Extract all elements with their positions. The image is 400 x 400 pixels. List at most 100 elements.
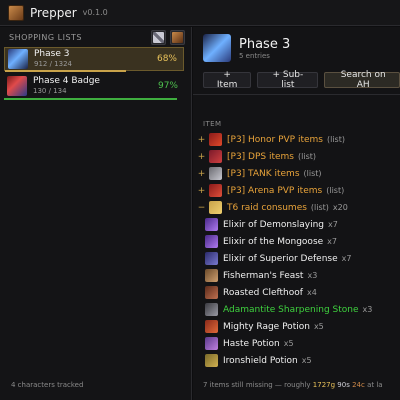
meat-icon [205,286,218,299]
silver-amount: 90s [337,381,350,389]
elixir-icon [205,252,218,265]
expand-toggle[interactable]: + [197,169,206,179]
sublist-name: T6 raid consumes [227,202,307,213]
list-progress-bar [5,70,126,72]
honor-pvp-icon [209,133,222,146]
item-row[interactable]: Mighty Rage Potion x5 [193,318,400,335]
potion-icon [205,354,218,367]
list-percent: 68% [156,54,177,64]
item-row[interactable]: Adamantite Sharpening Stone x3 [193,301,400,318]
list-progress-bar [4,98,177,100]
item-row[interactable]: Elixir of Superior Defense x7 [193,250,400,267]
add-sublist-button[interactable]: + Sub-list [257,70,319,90]
blue-sword-icon [203,34,231,62]
divider [193,94,400,95]
sword-icon [153,32,164,43]
app-book-icon [8,4,24,21]
page-title: Phase 3 [239,36,291,52]
sublist-name: [P3] DPS items [227,151,294,162]
sublist-row[interactable]: + [P3] Arena PVP items (list) [193,182,400,199]
item-name: Mighty Rage Potion [223,321,310,332]
sidebar: SHOPPING LISTS Phase 3 912 / 1324 68% Ph… [0,27,192,400]
sublist-row[interactable]: − T6 raid consumes (list) x20 [193,199,400,216]
item-row[interactable]: Haste Potion x5 [193,335,400,352]
item-row[interactable]: Ironshield Potion x5 [193,352,400,369]
item-row[interactable]: Fisherman's Feast x3 [193,267,400,284]
gold-amount: 1727g [312,381,336,389]
item-qty: x7 [327,237,337,246]
status-bar: 7 items still missing — roughly 1727g 90… [203,381,383,389]
app-title: Prepper [30,5,77,20]
sublist-row[interactable]: + [P3] Honor PVP items (list) [193,131,400,148]
elixir-icon [205,235,218,248]
list-header: Phase 3 5 entries [203,34,290,62]
book-icon [172,32,183,43]
sidebar-list-phase-3[interactable]: Phase 3 912 / 1324 68% [4,47,184,72]
status-suffix: at la [367,381,383,389]
item-name: Fisherman's Feast [223,270,304,281]
sublist-row[interactable]: + [P3] DPS items (list) [193,148,400,165]
item-name: Elixir of Superior Defense [223,253,338,264]
item-row[interactable]: Elixir of the Mongoose x7 [193,233,400,250]
sublist-qty: x20 [332,203,348,212]
item-qty: x7 [341,254,352,263]
sharpening-stone-icon [205,303,218,316]
expand-toggle[interactable]: + [197,152,206,162]
title-bar: Prepper v0.1.0 [0,0,400,26]
item-row[interactable]: Roasted Clefthoof x4 [193,284,400,301]
item-qty: x3 [307,271,318,280]
characters-tracked: 4 characters tracked [11,381,84,389]
item-qty: x5 [301,356,312,365]
dps-icon [209,150,222,163]
new-list-button[interactable] [151,30,166,45]
item-name: Ironshield Potion [223,355,298,366]
expand-toggle[interactable]: − [197,203,206,213]
list-detail-panel: Phase 3 5 entries + Item + Sub-list Sear… [193,27,400,400]
potion-icon [205,320,218,333]
item-name: Elixir of the Mongoose [223,236,324,247]
sublist-tag: (list) [326,135,345,144]
expand-toggle[interactable]: + [197,135,206,145]
list-name: Phase 3 [34,49,70,59]
list-percent: 97% [157,81,178,91]
import-list-button[interactable] [170,30,185,45]
sublist-name: [P3] Honor PVP items [227,134,323,145]
copper-amount: 24c [352,381,365,389]
item-qty: x5 [313,322,324,331]
list-count: 912 / 1324 [34,60,72,68]
item-name: Adamantite Sharpening Stone [223,304,359,315]
sublist-tag: (list) [310,203,329,212]
potion-icon [205,337,218,350]
add-item-button[interactable]: + Item [203,70,252,90]
app-version: v0.1.0 [82,8,108,17]
badge-icon [7,76,27,96]
list-count: 130 / 134 [33,87,67,95]
toolbar: + Item + Sub-list Search on AH [203,70,400,90]
item-column-header: ITEM [203,120,222,128]
item-qty: x4 [306,288,317,297]
elixir-icon [205,218,218,231]
sublist-name: [P3] Arena PVP items [227,185,323,196]
fish-feast-icon [205,269,218,282]
sublist-tag: (list) [303,169,322,178]
expand-toggle[interactable]: + [197,186,206,196]
sublist-tag: (list) [298,152,316,161]
search-ah-button[interactable]: Search on AH [324,70,400,90]
tank-shield-icon [209,167,222,180]
sidebar-header-label: SHOPPING LISTS [9,32,82,42]
sidebar-list-phase-4-badge[interactable]: Phase 4 Badge 130 / 134 97% [4,74,184,100]
item-name: Haste Potion [223,338,280,349]
item-qty: x3 [362,305,373,314]
item-row[interactable]: Elixir of Demonslaying x7 [193,216,400,233]
status-text: 7 items still missing — roughly [203,381,311,389]
blue-sword-icon [8,49,28,69]
sidebar-header: SHOPPING LISTS [0,27,191,47]
item-qty: x5 [283,339,294,348]
list-name: Phase 4 Badge [33,76,100,86]
arena-pvp-icon [209,184,222,197]
sublist-row[interactable]: + [P3] TANK items (list) [193,165,400,182]
bell-icon [209,201,222,214]
item-name: Elixir of Demonslaying [223,219,325,230]
sublist-tag: (list) [326,186,345,195]
item-name: Roasted Clefthoof [223,287,303,298]
